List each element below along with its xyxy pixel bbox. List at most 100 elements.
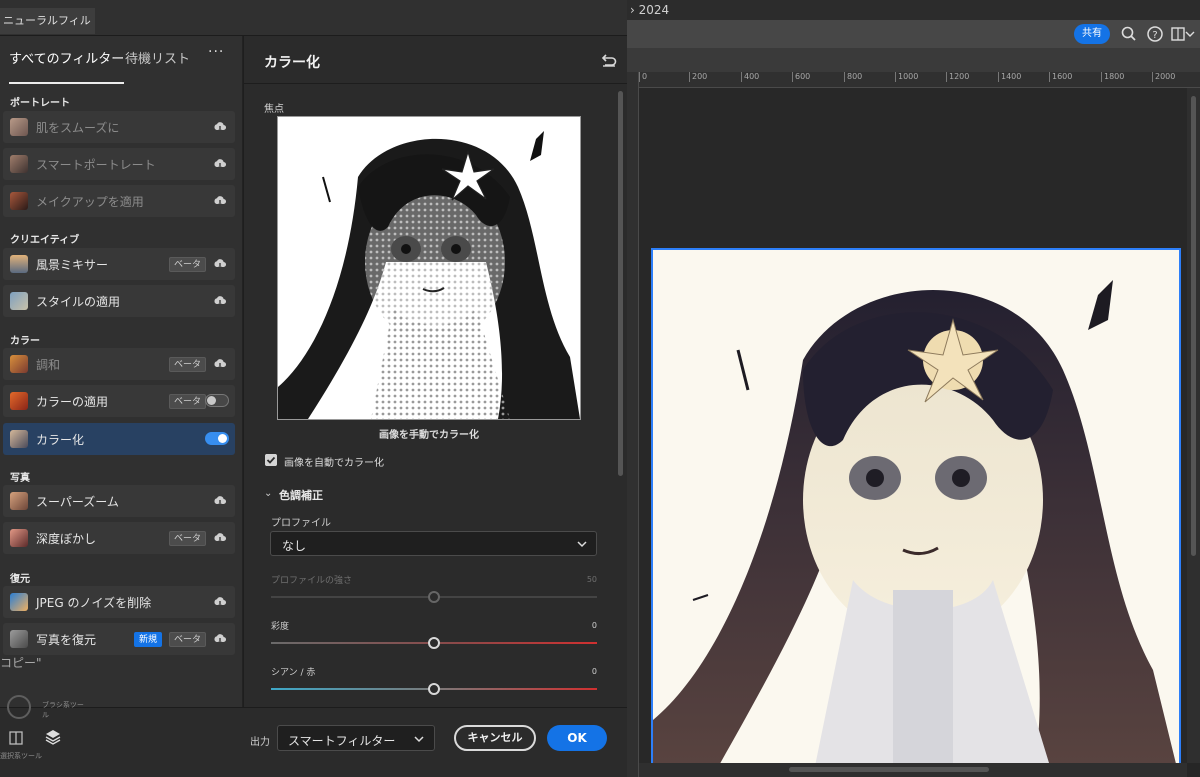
slider-label: シアン / 赤	[271, 668, 316, 678]
slider-value: 0	[591, 621, 597, 630]
filter-item-depth-blur[interactable]: 深度ぼかし ベータ	[3, 522, 235, 554]
cloud-download-icon[interactable]	[213, 258, 227, 270]
cloud-download-icon[interactable]	[213, 195, 227, 207]
filter-thumbnail	[10, 430, 28, 448]
section-title-color: カラー	[10, 336, 40, 347]
cloud-download-icon[interactable]	[213, 495, 227, 507]
filter-thumbnail	[10, 392, 28, 410]
beta-badge: ベータ	[169, 632, 207, 647]
cyan-red-slider-knob[interactable]	[428, 683, 440, 695]
more-options-icon[interactable]: ···	[208, 44, 224, 66]
filter-item-style-transfer[interactable]: スタイルの適用	[3, 285, 235, 317]
select-tools-label: 選択系ツール	[0, 752, 42, 760]
filter-toggle-on[interactable]	[205, 432, 229, 445]
ghost-copy-label: コピー"	[0, 656, 42, 670]
document-tabs	[627, 48, 1200, 72]
brush-tool-icon[interactable]	[4, 692, 34, 722]
filter-item-super-zoom[interactable]: スーパーズーム	[3, 485, 235, 517]
neural-filters-footer: 出力 スマートフィルター キャンセル OK	[0, 707, 627, 777]
beta-badge: ベータ	[169, 357, 207, 372]
filter-thumbnail	[10, 155, 28, 173]
vertical-scrollbar[interactable]	[1187, 88, 1200, 763]
filter-label: 肌をスムーズに	[36, 121, 120, 135]
cloud-download-icon[interactable]	[213, 358, 227, 370]
filter-label: カラー化	[36, 433, 85, 447]
ruler-tick: 400	[741, 72, 759, 82]
filter-label: 写真を復元	[36, 633, 97, 647]
filter-label: スタイルの適用	[36, 295, 121, 309]
options-bar: 共有 ?	[627, 20, 1200, 48]
neural-filters-tab[interactable]: ニューラルフィルター	[0, 8, 95, 53]
output-dropdown[interactable]: スマートフィルター	[277, 725, 435, 751]
photoshop-workspace: › 2024 共有 ? 0 200 400 600 800 1000 1200 …	[627, 0, 1200, 777]
cloud-download-icon[interactable]	[213, 121, 227, 133]
ruler-tick: 0	[639, 72, 647, 82]
filter-item-makeup-transfer[interactable]: メイクアップを適用	[3, 185, 235, 217]
chevron-down-icon[interactable]: ⌄	[264, 488, 272, 499]
document-canvas[interactable]	[651, 248, 1181, 777]
slider-label: プロファイルの強さ	[271, 576, 353, 586]
section-title-creative: クリエイティブ	[10, 235, 80, 246]
filter-label: スーパーズーム	[36, 495, 119, 509]
filter-item-photo-restoration[interactable]: 写真を復元 新規 ベータ	[3, 623, 235, 655]
filter-item-landscape-mixer[interactable]: 風景ミキサー ベータ	[3, 248, 235, 280]
filter-label: 調和	[36, 358, 61, 372]
manual-colorize-caption: 画像を手動でカラー化	[379, 430, 479, 441]
window-title-text: 2024	[638, 3, 670, 17]
ruler-tick: 2000	[1152, 72, 1175, 82]
focus-preview[interactable]	[277, 116, 581, 420]
filter-item-skin-smoothing[interactable]: 肌をスムーズに	[3, 111, 235, 143]
output-label: 出力	[250, 737, 270, 748]
tab-all-filters[interactable]: すべてのフィルター	[9, 48, 125, 84]
toggle-knob	[207, 396, 216, 405]
profile-dropdown[interactable]: なし	[270, 531, 597, 556]
ruler-tick: 1200	[946, 72, 969, 82]
cloud-download-icon[interactable]	[213, 295, 227, 307]
slider-value: 50	[586, 575, 597, 584]
horizontal-scrollbar[interactable]	[639, 763, 1187, 777]
share-button[interactable]: 共有	[1074, 24, 1110, 44]
slider-label: 彩度	[271, 622, 290, 632]
chevron-down-icon	[577, 541, 587, 548]
filter-thumbnail	[10, 492, 28, 510]
panel-icon[interactable]	[8, 730, 24, 746]
cloud-download-icon[interactable]	[213, 633, 227, 645]
filter-thumbnail	[10, 529, 28, 547]
window-title: › 2024	[627, 0, 1200, 20]
tone-adjust-section-title[interactable]: 色調補正	[279, 487, 323, 503]
filter-item-jpeg-artifacts-removal[interactable]: JPEG のノイズを削除	[3, 586, 235, 618]
section-title-restoration: 復元	[10, 574, 30, 585]
filter-thumbnail	[10, 292, 28, 310]
ok-button[interactable]: OK	[547, 725, 607, 751]
filter-thumbnail	[10, 630, 28, 648]
auto-colorize-checkbox[interactable]	[265, 454, 277, 466]
filter-item-harmonization[interactable]: 調和 ベータ	[3, 348, 235, 380]
auto-colorize-label[interactable]: 画像を自動でカラー化	[284, 454, 384, 469]
help-icon[interactable]: ?	[1145, 24, 1165, 44]
reset-icon[interactable]	[600, 52, 618, 68]
filter-thumbnail	[10, 192, 28, 210]
filter-toggle-off[interactable]	[205, 394, 229, 407]
cloud-download-icon[interactable]	[213, 158, 227, 170]
ruler-tick: 1400	[998, 72, 1021, 82]
search-icon[interactable]	[1119, 24, 1139, 44]
layers-icon[interactable]	[44, 728, 62, 746]
cloud-download-icon[interactable]	[213, 596, 227, 608]
saturation-slider-knob[interactable]	[428, 637, 440, 649]
filter-item-smart-portrait[interactable]: スマートポートレート	[3, 148, 235, 180]
scroll-thumb[interactable]	[789, 767, 989, 772]
filter-label: スマートポートレート	[36, 158, 156, 172]
chevron-down-icon	[414, 736, 424, 743]
profile-strength-slider-knob[interactable]	[428, 591, 440, 603]
settings-scrollbar[interactable]	[618, 91, 623, 476]
preview-image	[278, 117, 580, 419]
cancel-button[interactable]: キャンセル	[454, 725, 536, 751]
filter-item-colorize[interactable]: カラー化	[3, 423, 235, 455]
chevron-down-icon[interactable]	[1184, 24, 1196, 44]
tab-waitlist[interactable]: 待機リスト	[125, 48, 190, 70]
scroll-thumb[interactable]	[1191, 96, 1196, 556]
filter-item-color-transfer[interactable]: カラーの適用 ベータ	[3, 385, 235, 417]
ruler-horizontal: 0 200 400 600 800 1000 1200 1400 1600 18…	[639, 72, 1200, 88]
section-title-portrait: ポートレート	[10, 98, 70, 109]
cloud-download-icon[interactable]	[213, 532, 227, 544]
